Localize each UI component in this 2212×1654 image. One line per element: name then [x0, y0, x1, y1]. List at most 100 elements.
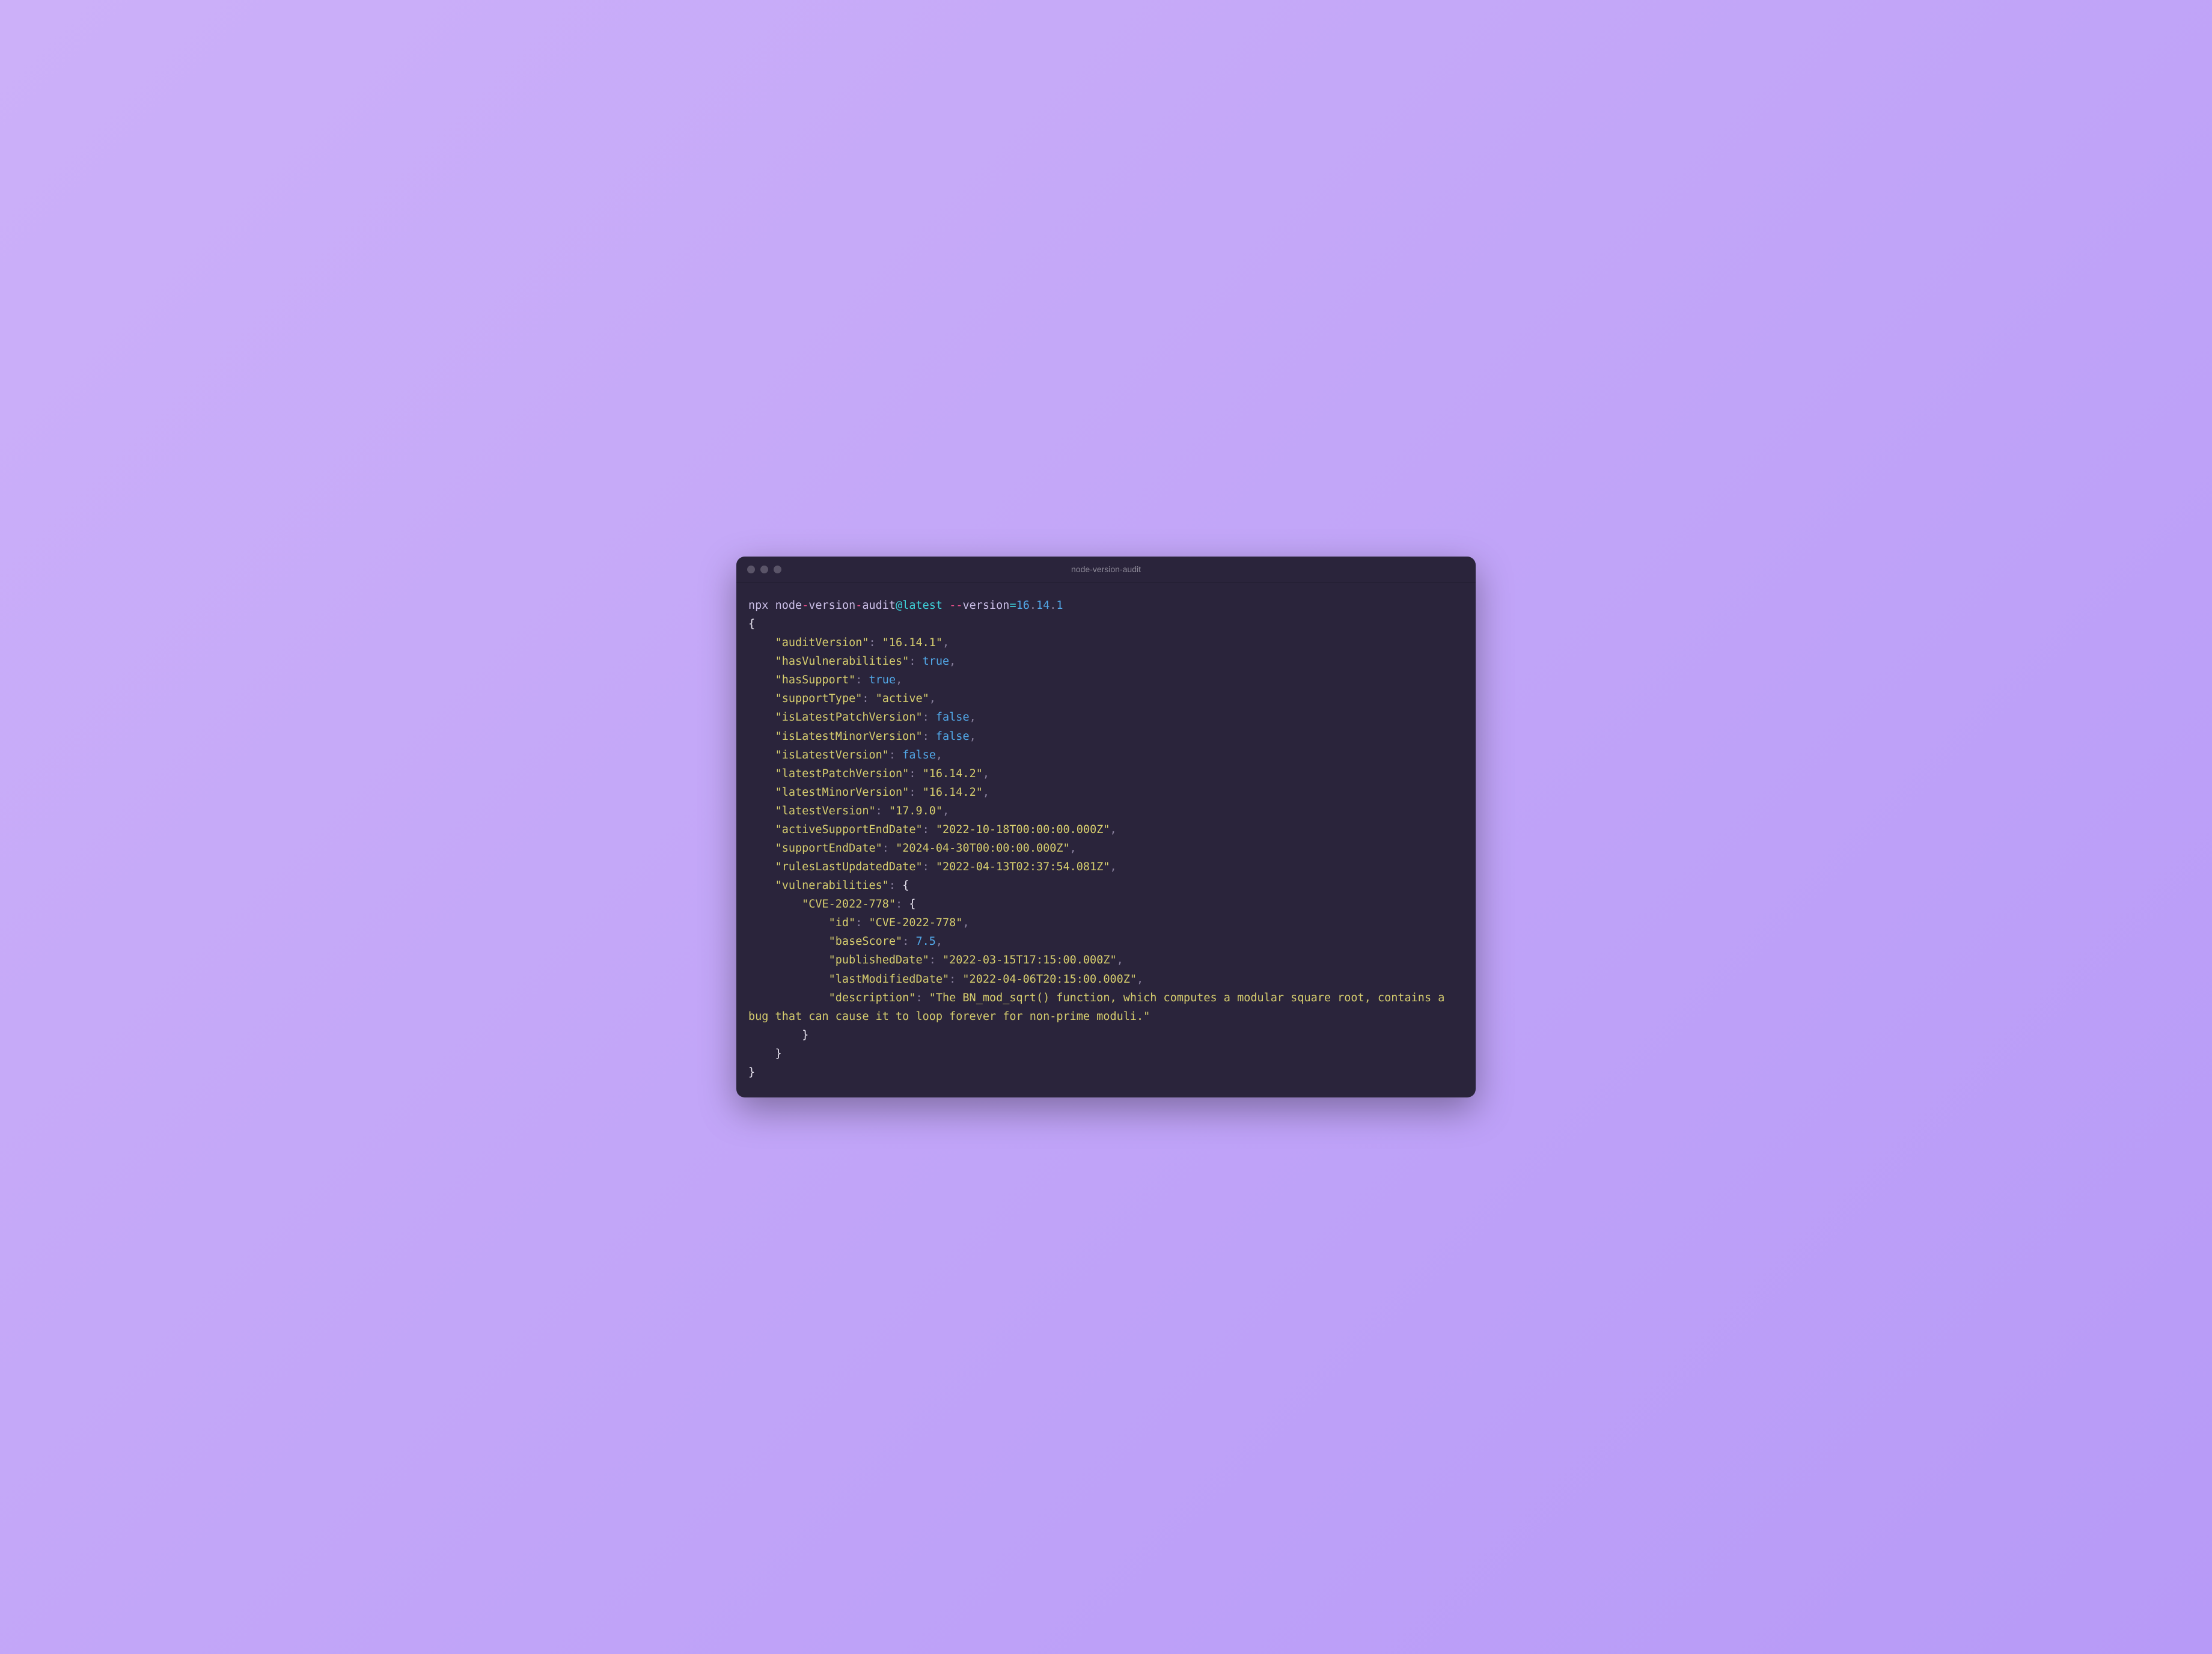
colon-icon: :: [909, 786, 915, 799]
colon-icon: :: [869, 636, 876, 649]
val-is-latest-minor: false: [936, 730, 970, 743]
ver-minor: 14: [1036, 599, 1049, 612]
dot-icon: .: [1030, 599, 1036, 612]
key-vulnerabilities: "vulnerabilities": [775, 879, 889, 892]
val-support-type: "active": [876, 692, 929, 705]
at-latest: @latest: [896, 599, 943, 612]
equals-icon: =: [1009, 599, 1016, 612]
ver-patch: 1: [1056, 599, 1063, 612]
key-cve: "CVE-2022-778": [802, 898, 896, 911]
comma-icon: ,: [970, 730, 976, 743]
cmd-pkg-version: version: [808, 599, 855, 612]
colon-icon: :: [909, 767, 915, 780]
val-published-date: "2022-03-15T17:15:00.000Z": [943, 954, 1117, 966]
key-rules-updated: "rulesLastUpdatedDate": [775, 861, 923, 873]
window-title: node-version-audit: [736, 564, 1476, 574]
key-is-latest-version: "isLatestVersion": [775, 749, 889, 761]
colon-icon: :: [923, 730, 929, 743]
key-latest-version: "latestVersion": [775, 805, 876, 817]
comma-icon: ,: [936, 935, 943, 948]
colon-icon: :: [949, 973, 956, 986]
terminal-output: npx node-version-audit@latest --version=…: [748, 596, 1464, 1082]
dash-icon: -: [802, 599, 808, 612]
val-latest-minor-version: "16.14.2": [923, 786, 983, 799]
key-latest-minor-version: "latestMinorVersion": [775, 786, 909, 799]
key-id: "id": [829, 917, 856, 929]
brace-close: }: [748, 1066, 755, 1079]
comma-icon: ,: [1110, 861, 1116, 873]
key-has-support: "hasSupport": [775, 674, 856, 686]
val-audit-version: "16.14.1": [882, 636, 943, 649]
colon-icon: :: [902, 935, 909, 948]
brace-open: {: [909, 898, 915, 911]
val-id: "CVE-2022-778": [869, 917, 963, 929]
colon-icon: :: [909, 655, 915, 668]
comma-icon: ,: [949, 655, 956, 668]
colon-icon: :: [889, 879, 896, 892]
comma-icon: ,: [896, 674, 902, 686]
key-support-end: "supportEndDate": [775, 842, 882, 855]
dot-icon: .: [1049, 599, 1056, 612]
cmd-pkg-node: node: [775, 599, 802, 612]
key-audit-version: "auditVersion": [775, 636, 869, 649]
colon-icon: :: [896, 898, 902, 911]
key-description: "description": [829, 992, 916, 1004]
flag-version: version: [962, 599, 1009, 612]
brace-close: }: [775, 1048, 782, 1060]
key-support-type: "supportType": [775, 692, 863, 705]
cmd-pkg-audit: audit: [862, 599, 896, 612]
colon-icon: :: [862, 692, 869, 705]
colon-icon: :: [923, 711, 929, 724]
val-has-vulnerabilities: true: [923, 655, 950, 668]
val-latest-version: "17.9.0": [889, 805, 943, 817]
comma-icon: ,: [983, 786, 989, 799]
val-support-end: "2024-04-30T00:00:00.000Z": [896, 842, 1070, 855]
comma-icon: ,: [929, 692, 936, 705]
ver-major: 16: [1016, 599, 1030, 612]
close-icon[interactable]: [747, 566, 755, 573]
colon-icon: :: [929, 954, 936, 966]
val-last-modified-date: "2022-04-06T20:15:00.000Z": [962, 973, 1137, 986]
val-is-latest-patch: false: [936, 711, 970, 724]
comma-icon: ,: [970, 711, 976, 724]
brace-open: {: [902, 879, 909, 892]
val-has-support: true: [869, 674, 896, 686]
val-rules-updated: "2022-04-13T02:37:54.081Z": [936, 861, 1110, 873]
val-base-score: 7.5: [915, 935, 935, 948]
key-has-vulnerabilities: "hasVulnerabilities": [775, 655, 909, 668]
window-controls: [747, 566, 781, 573]
colon-icon: :: [876, 805, 882, 817]
colon-icon: :: [915, 992, 922, 1004]
brace-close: }: [802, 1029, 808, 1042]
terminal-body[interactable]: npx node-version-audit@latest --version=…: [736, 583, 1476, 1097]
comma-icon: ,: [943, 805, 949, 817]
colon-icon: :: [882, 842, 889, 855]
comma-icon: ,: [943, 636, 949, 649]
colon-icon: :: [855, 674, 862, 686]
comma-icon: ,: [1137, 973, 1143, 986]
val-is-latest-version: false: [902, 749, 936, 761]
colon-icon: :: [889, 749, 896, 761]
brace-open: {: [748, 618, 755, 630]
comma-icon: ,: [1117, 954, 1123, 966]
colon-icon: :: [923, 823, 929, 836]
colon-icon: :: [923, 861, 929, 873]
comma-icon: ,: [1110, 823, 1116, 836]
double-dash-icon: --: [949, 599, 962, 612]
titlebar: node-version-audit: [736, 557, 1476, 583]
minimize-icon[interactable]: [760, 566, 768, 573]
cmd-npx: npx: [748, 599, 768, 612]
comma-icon: ,: [936, 749, 943, 761]
key-is-latest-minor: "isLatestMinorVersion": [775, 730, 923, 743]
colon-icon: :: [855, 917, 862, 929]
comma-icon: ,: [983, 767, 989, 780]
maximize-icon[interactable]: [774, 566, 781, 573]
key-active-support-end: "activeSupportEndDate": [775, 823, 923, 836]
terminal-window: node-version-audit npx node-version-audi…: [736, 557, 1476, 1097]
val-latest-patch-version: "16.14.2": [923, 767, 983, 780]
dash-icon: -: [855, 599, 862, 612]
key-published-date: "publishedDate": [829, 954, 929, 966]
comma-icon: ,: [962, 917, 969, 929]
key-latest-patch-version: "latestPatchVersion": [775, 767, 909, 780]
comma-icon: ,: [1070, 842, 1077, 855]
